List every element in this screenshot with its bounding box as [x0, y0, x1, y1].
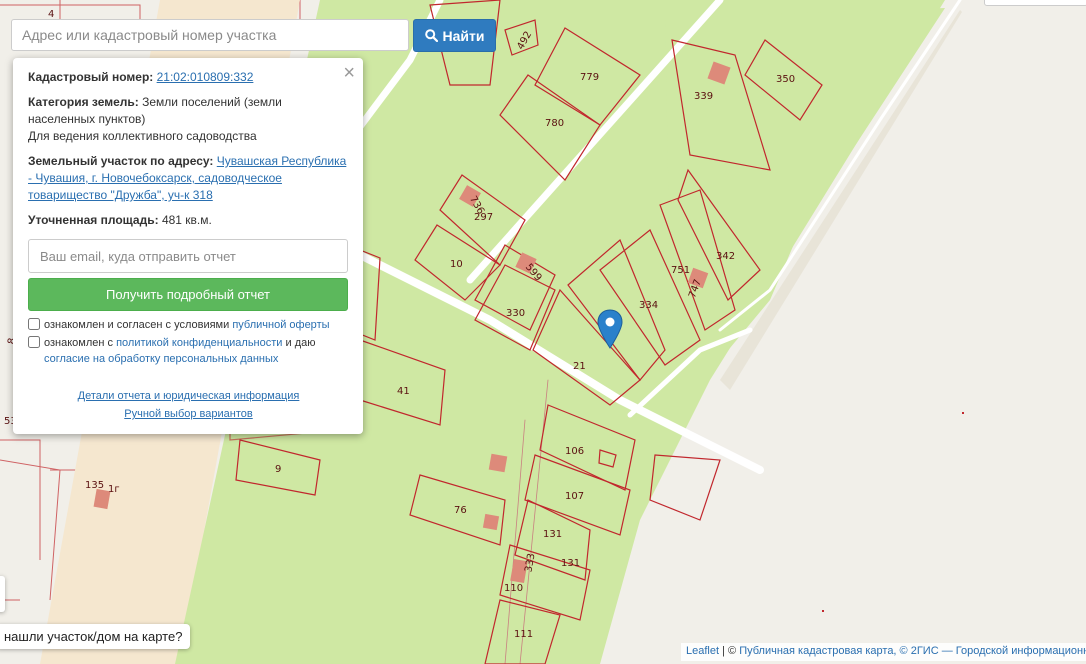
parcel-label: 111	[514, 629, 533, 640]
parcel-label: 10	[450, 259, 463, 270]
parcel-label: 110	[504, 583, 523, 594]
privacy-agreement-checkbox[interactable]	[28, 336, 40, 348]
area-value: 481 кв.м.	[161, 213, 212, 227]
privacy-label-a: ознакомлен с	[44, 337, 114, 349]
search-input[interactable]	[11, 19, 409, 51]
parcel-label: 334	[639, 300, 658, 311]
privacy-policy-link[interactable]: политикой конфиденциальности	[116, 337, 282, 349]
email-field[interactable]	[28, 239, 348, 273]
report-details-link[interactable]: Детали отчета и юридическая информация	[28, 387, 349, 405]
get-report-button[interactable]: Получить подробный отчет	[28, 278, 348, 311]
personal-data-consent-link[interactable]: согласие на обработку персональных данны…	[44, 353, 278, 365]
parcel-label: 21	[573, 361, 586, 372]
parcel-label: 339	[694, 91, 713, 102]
privacy-agreement-text: ознакомлен с политикой конфиденциальност…	[44, 335, 349, 367]
not-found-button[interactable]: нашли участок/дом на карте?	[0, 624, 191, 649]
parcel-label: 330	[506, 308, 525, 319]
area-label: Уточненная площадь:	[28, 213, 159, 227]
offer-agreement-label: ознакомлен и согласен с условиями	[44, 319, 230, 331]
search-button[interactable]: Найти	[413, 19, 496, 52]
attribution-link[interactable]: Публичная кадастровая карта, © 2ГИС — Го…	[739, 645, 1086, 657]
parcel-label: 131	[543, 529, 562, 540]
top-right-control[interactable]	[984, 0, 1086, 6]
parcel-label: 135	[85, 480, 104, 491]
manual-selection-link[interactable]: Ручной выбор вариантов	[28, 405, 349, 423]
parcel-label: 780	[545, 118, 564, 129]
parcel-label: 350	[776, 74, 795, 85]
parcel-label: 779	[580, 72, 599, 83]
parcel-label: 9	[275, 464, 281, 475]
offer-agreement-row: ознакомлен и согласен с условиями публич…	[28, 317, 349, 333]
offer-agreement-text: ознакомлен и согласен с условиями публич…	[44, 317, 330, 333]
search-icon	[424, 29, 438, 42]
parcel-label: 76	[454, 505, 467, 516]
cadastral-number-link[interactable]: 21:02:010809:332	[157, 70, 254, 84]
close-icon[interactable]: ×	[343, 63, 355, 83]
attribution-separator: | ©	[722, 645, 737, 657]
search-button-label: Найти	[442, 27, 485, 44]
parcel-label: 41	[397, 386, 410, 397]
privacy-agreement-row: ознакомлен с политикой конфиденциальност…	[28, 335, 349, 367]
parcel-label: 107	[565, 491, 584, 502]
parcel-label: 1г	[108, 484, 120, 495]
area-row: Уточненная площадь: 481 кв.м.	[28, 212, 349, 229]
cadastral-row: Кадастровый номер: 21:02:010809:332	[28, 69, 349, 86]
left-map-control[interactable]	[0, 576, 5, 612]
cadastral-label: Кадастровый номер:	[28, 70, 154, 84]
parcel-info-popup: × Кадастровый номер: 21:02:010809:332 Ка…	[13, 58, 363, 434]
parcel-label: 106	[565, 446, 584, 457]
parcel-label: 342	[716, 251, 735, 262]
offer-agreement-checkbox[interactable]	[28, 318, 40, 330]
map-attribution: Leaflet | © Публичная кадастровая карта,…	[681, 643, 1086, 661]
leaflet-link[interactable]: Leaflet	[686, 645, 719, 657]
public-offer-link[interactable]: публичной оферты	[232, 319, 329, 331]
parcel-label: 131	[561, 558, 580, 569]
parcel-label: 751	[671, 265, 690, 276]
category-row: Категория земель: Земли поселений (земли…	[28, 94, 349, 145]
category-label: Категория земель:	[28, 95, 139, 109]
usage-value: Для ведения коллективного садоводства	[28, 129, 257, 143]
privacy-label-b: и даю	[285, 337, 316, 349]
address-row: Земельный участок по адресу: Чувашская Р…	[28, 153, 349, 204]
popup-links: Детали отчета и юридическая информация Р…	[28, 387, 349, 423]
address-label: Земельный участок по адресу:	[28, 154, 214, 168]
